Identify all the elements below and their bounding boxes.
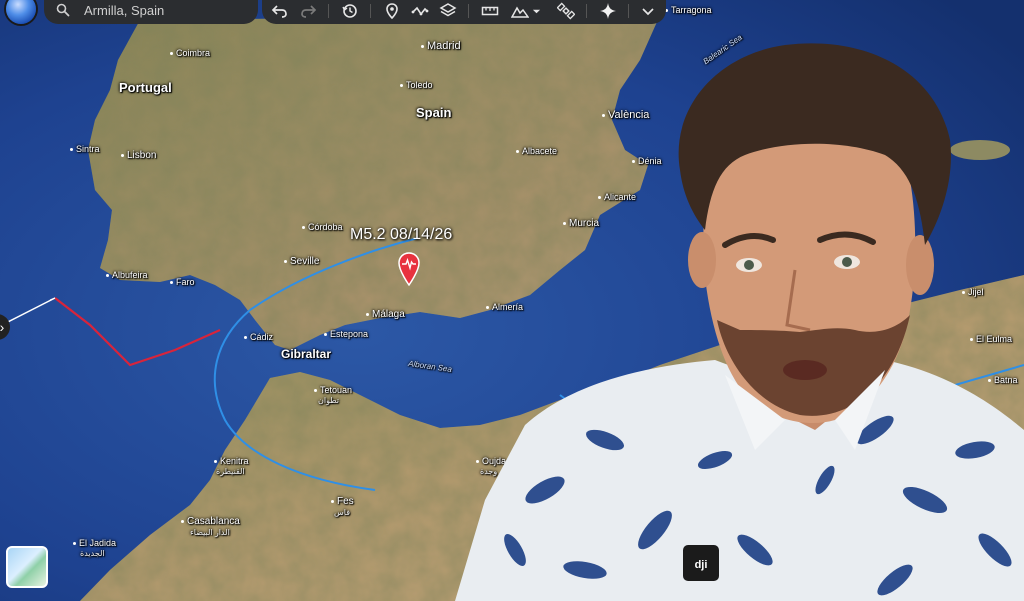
chevron-down-icon (642, 8, 654, 16)
city-label: Estepona (324, 329, 368, 339)
chevron-down-icon (532, 9, 540, 13)
terrain-icon (511, 6, 529, 18)
terrain-button[interactable] (508, 0, 532, 22)
country-label-gibraltar: Gibraltar (281, 347, 332, 361)
undo-button[interactable] (268, 0, 292, 22)
history-button[interactable] (338, 0, 362, 22)
arabic-label: الدار البيضاء (190, 528, 230, 537)
tool-buttons (262, 0, 666, 24)
ai-sparkle-button[interactable] (596, 0, 620, 22)
presenter-video-overlay: dji (455, 43, 1024, 601)
search-icon[interactable] (56, 3, 70, 17)
country-label-portugal: Portugal (119, 80, 172, 95)
placemark-button[interactable] (380, 0, 404, 22)
satellite-icon (557, 2, 575, 20)
layers-button[interactable] (436, 0, 460, 22)
city-label: Toledo (400, 80, 433, 90)
city-label: El Jadida (73, 538, 116, 548)
placemark-icon (386, 3, 398, 20)
sparkle-icon (600, 3, 616, 19)
city-label: Tetouan (314, 385, 352, 395)
globe-logo-icon[interactable] (6, 0, 36, 24)
redo-button[interactable] (296, 0, 320, 22)
city-label: Casablanca (181, 516, 240, 527)
city-label: Albufeira (106, 270, 148, 280)
history-icon (342, 4, 357, 18)
city-label: Coimbra (170, 48, 210, 58)
search-bar[interactable] (44, 0, 258, 24)
country-label-spain: Spain (416, 105, 452, 120)
top-toolbar (0, 0, 1024, 24)
map-style-thumbnail[interactable] (6, 546, 48, 588)
city-label: Fes (331, 496, 354, 507)
city-label: Málaga (366, 309, 405, 320)
ruler-icon (481, 6, 499, 16)
map-viewport[interactable]: Portugal Spain Gibraltar Coimbra Madrid … (0, 0, 1024, 601)
city-label: Kenitra (214, 456, 249, 466)
city-label: Seville (284, 256, 319, 267)
city-label: Sintra (70, 144, 100, 154)
earthquake-pin-icon[interactable] (398, 252, 420, 286)
city-label: Lisbon (121, 150, 156, 161)
path-button[interactable] (408, 0, 432, 22)
path-icon (411, 6, 429, 16)
layers-icon (439, 3, 457, 17)
more-dropdown-button[interactable] (636, 0, 660, 22)
city-label: Córdoba (302, 222, 343, 232)
ruler-button[interactable] (478, 0, 502, 22)
city-label: Cádiz (244, 332, 273, 342)
search-input[interactable] (82, 0, 256, 21)
arabic-label: القنيطرة (216, 467, 245, 476)
city-label: Faro (170, 277, 195, 287)
redo-icon (301, 5, 317, 18)
terrain-dropdown[interactable] (530, 0, 542, 22)
satellite-button[interactable] (554, 0, 578, 22)
earthquake-label: M5.2 08/14/26 (350, 226, 453, 243)
arabic-label: تطوان (318, 396, 340, 405)
arabic-label: فاس (334, 508, 351, 517)
undo-icon (271, 5, 287, 18)
arabic-label: الجديدة (80, 549, 105, 558)
svg-text:dji: dji (695, 559, 708, 571)
